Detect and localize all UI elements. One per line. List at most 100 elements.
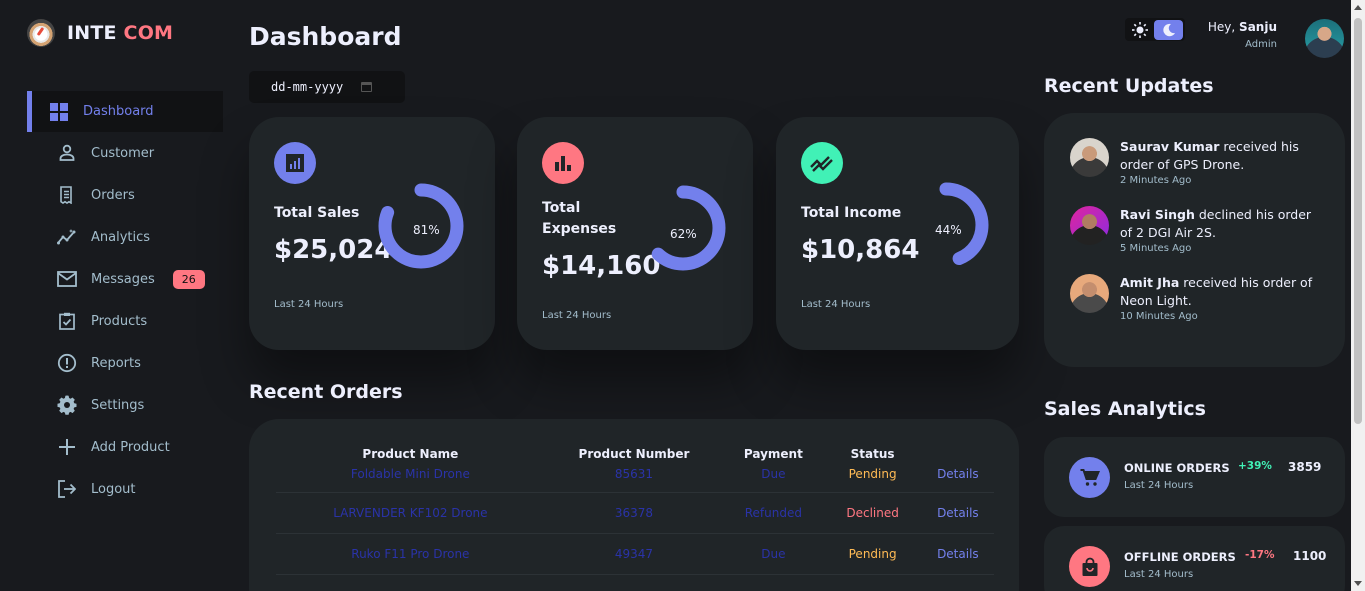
brand-name-part2: COM (123, 22, 174, 44)
insight-footer: Last 24 Hours (542, 310, 612, 321)
profile-info: Hey, Sanju Admin (1208, 20, 1277, 50)
user-role: Admin (1245, 39, 1277, 50)
details-link[interactable]: Details (921, 533, 994, 575)
recent-orders-title: Recent Orders (249, 381, 403, 403)
recent-orders-panel: Product Name Product Number Payment Stat… (249, 419, 1019, 591)
sales-analytics-title: Sales Analytics (1044, 398, 1206, 420)
sidebar-item-label: Dashboard (83, 104, 154, 119)
sidebar-item-label: Orders (91, 187, 135, 203)
product-name-cell: LARVENDER KF102 Drone (276, 492, 545, 534)
sidebar-item-analytics[interactable]: Analytics (27, 216, 223, 258)
avatar[interactable] (1305, 19, 1344, 58)
sidebar-item-customer[interactable]: Customer (27, 132, 223, 174)
column-header: Status (850, 447, 895, 461)
date-input[interactable]: dd-mm-yyyy (249, 71, 405, 103)
inventory-icon (57, 311, 77, 331)
scroll-up-arrow[interactable] (1354, 5, 1362, 10)
sidebar-item-label: Add Product (91, 439, 170, 455)
details-link[interactable]: Details (921, 492, 994, 534)
update-item: Amit Jha received his order of Neon Ligh… (1070, 274, 1320, 322)
user-name: Sanju (1239, 20, 1277, 34)
payment-cell: Due (723, 533, 824, 575)
greeting-text: Hey, (1207, 20, 1236, 34)
table-row: Ruko F11 Pro Drone 49347 Due Pending Det… (276, 533, 994, 575)
sales-item-title: ONLINE ORDERS (1124, 461, 1230, 475)
brand-logo[interactable]: INTE COM (27, 19, 173, 47)
insight-percent: 81% (413, 223, 440, 237)
grid-icon (49, 102, 69, 122)
product-name-cell: Ruko F11 Pro Drone (276, 533, 545, 575)
sidebar-item-label: Analytics (91, 229, 151, 245)
sidebar-item-label: Settings (91, 397, 145, 413)
speedometer-logo-icon (27, 19, 55, 47)
status-cell: Declined (823, 492, 922, 534)
stocks-icon (801, 142, 843, 184)
cart-icon (1069, 457, 1110, 498)
update-text: Amit Jha received his order of Neon Ligh… (1120, 274, 1320, 310)
insight-title: Total Sales (274, 205, 360, 221)
details-link[interactable]: Details (921, 467, 994, 493)
person-icon (57, 143, 77, 163)
update-time: 10 Minutes Ago (1120, 311, 1198, 322)
theme-toggle[interactable] (1125, 18, 1185, 41)
gear-icon (57, 395, 77, 415)
sidebar-item-label: Customer (91, 145, 155, 161)
brand-name-part1: INTE (67, 22, 117, 44)
sidebar-item-label: Logout (91, 481, 136, 497)
sidebar-item-reports[interactable]: Reports (27, 342, 223, 384)
update-time: 2 Minutes Ago (1120, 175, 1192, 186)
scrollbar-thumb[interactable] (1354, 18, 1362, 424)
insight-title: Total Expenses (542, 200, 617, 237)
sidebar-item-products[interactable]: Products (27, 300, 223, 342)
sidebar-item-add-product[interactable]: Add Product (27, 426, 223, 468)
sidebar-item-orders[interactable]: Orders (27, 174, 223, 216)
sidebar-nav: Dashboard Customer Orders Analytics Mess… (27, 91, 223, 510)
avatar (1070, 274, 1109, 313)
receipt-icon (57, 185, 77, 205)
sales-item-footer: Last 24 Hours (1124, 569, 1194, 580)
insight-card-expenses: Total Expenses $14,160 62% Last 24 Hours (517, 117, 753, 350)
page-scrollbar[interactable] (1351, 0, 1365, 591)
sidebar-item-dashboard[interactable]: Dashboard (27, 91, 223, 132)
light-mode-icon[interactable] (1130, 20, 1150, 40)
scroll-down-arrow[interactable] (1354, 581, 1362, 586)
update-text: Ravi Singh declined his order of 2 DGI A… (1120, 206, 1320, 242)
analytics-icon (274, 142, 316, 184)
avatar (1070, 206, 1109, 245)
calendar-icon[interactable] (361, 82, 373, 92)
product-number-cell: 85631 (544, 467, 724, 493)
insight-title: Total Income (801, 205, 902, 221)
update-user-name: Ravi Singh (1120, 207, 1195, 222)
dark-mode-icon[interactable] (1154, 19, 1183, 40)
update-item: Ravi Singh declined his order of 2 DGI A… (1070, 206, 1320, 254)
bar-chart-icon (542, 142, 584, 184)
recent-updates-title: Recent Updates (1044, 75, 1214, 97)
update-text: Saurav Kumar received his order of GPS D… (1120, 138, 1320, 174)
report-icon (57, 353, 77, 373)
logout-icon (57, 479, 77, 499)
sidebar-item-messages[interactable]: Messages 26 (27, 258, 223, 300)
column-header: Product Name (362, 447, 459, 461)
brand-name: INTE COM (67, 22, 173, 44)
sales-item-count: 3859 (1288, 460, 1322, 474)
insight-footer: Last 24 Hours (801, 299, 871, 310)
insight-percent: 44% (935, 223, 962, 237)
sales-item-count: 1100 (1293, 549, 1327, 563)
insight-footer: Last 24 Hours (274, 299, 344, 310)
status-cell: Pending (823, 467, 922, 493)
product-number-cell: 36378 (544, 492, 724, 534)
sidebar-item-settings[interactable]: Settings (27, 384, 223, 426)
insight-value: $25,024 (274, 235, 393, 265)
status-cell: Pending (823, 533, 922, 575)
insight-percent: 62% (670, 227, 697, 241)
date-input-placeholder: dd-mm-yyyy (271, 80, 344, 94)
column-header (922, 441, 994, 467)
product-number-cell: 49347 (544, 533, 724, 575)
avatar (1070, 138, 1109, 177)
sidebar: INTE COM Dashboard Customer Orders Analy… (0, 0, 223, 591)
payment-cell: Due (723, 467, 824, 493)
mail-icon (57, 269, 77, 289)
sidebar-item-logout[interactable]: Logout (27, 468, 223, 510)
sidebar-item-label: Reports (91, 355, 141, 371)
product-name-cell: Foldable Mini Drone (276, 467, 545, 493)
